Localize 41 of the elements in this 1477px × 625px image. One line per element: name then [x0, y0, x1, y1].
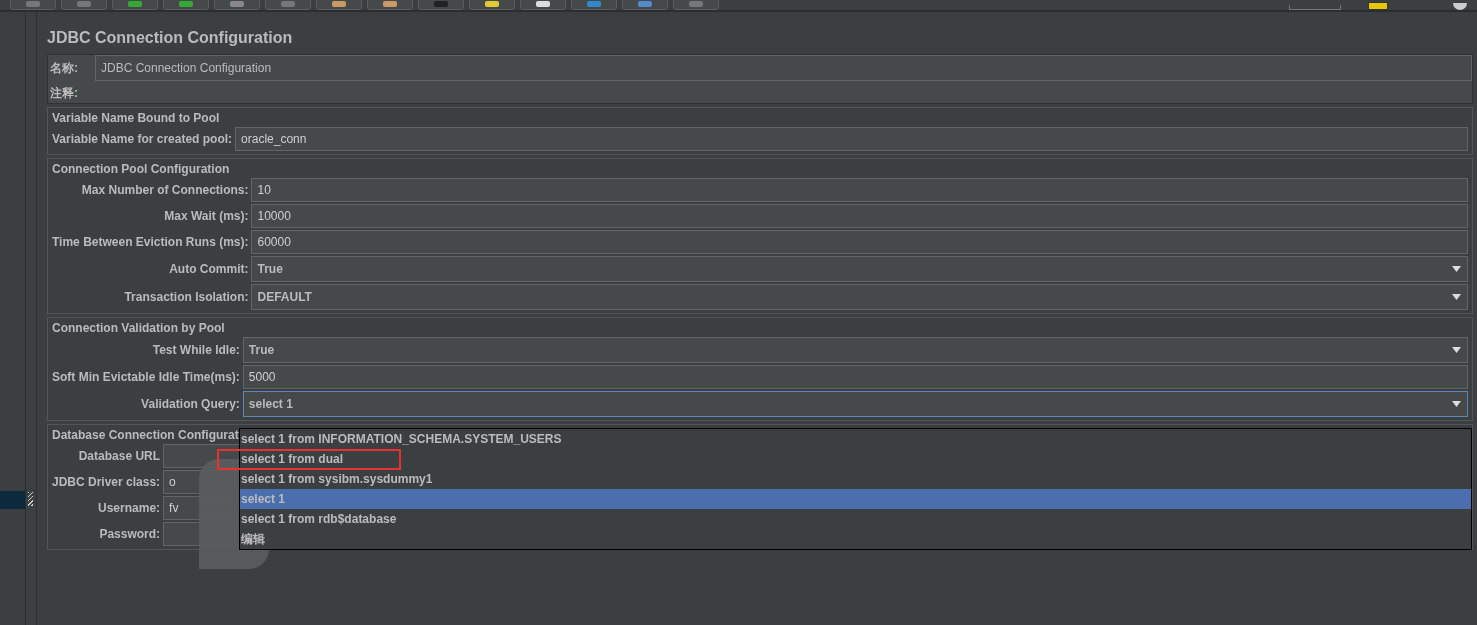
- field-label: JDBC Driver class:: [52, 475, 162, 489]
- dropdown-option[interactable]: select 1 from sysibm.sysdummy1: [240, 469, 1471, 489]
- dropdown-field[interactable]: select 1: [242, 391, 1468, 417]
- field-label: Username:: [97, 501, 162, 515]
- section-title: Connection Pool Configuration: [52, 161, 230, 176]
- dropdown-field[interactable]: True: [242, 337, 1468, 363]
- dropdown-arrow-icon: [1452, 347, 1461, 353]
- field-label: Variable Name for created pool:: [52, 132, 234, 146]
- section-title: Variable Name Bound to Pool: [52, 110, 220, 125]
- text-field[interactable]: oracle_conn: [235, 127, 1468, 151]
- field-label: 名称:: [49, 59, 79, 77]
- text-field[interactable]: 5000: [242, 365, 1468, 389]
- name-field[interactable]: JDBC Connection Configuration: [95, 55, 1472, 81]
- field-label: Soft Min Evictable Idle Time(ms):: [52, 370, 241, 384]
- dropdown-option[interactable]: 编辑: [240, 529, 1471, 549]
- dropdown-arrow-icon: [1452, 401, 1461, 407]
- field-label: Auto Commit:: [168, 262, 250, 276]
- section-title: Connection Validation by Pool: [52, 320, 225, 335]
- field-label: Validation Query:: [140, 397, 241, 411]
- dropdown-option[interactable]: select 1 from dual: [217, 449, 401, 470]
- text-field[interactable]: 10000: [251, 204, 1468, 228]
- text-field[interactable]: 60000: [251, 230, 1468, 254]
- field-label: Max Number of Connections:: [80, 183, 250, 197]
- dropdown-field[interactable]: DEFAULT: [251, 284, 1468, 310]
- field-label: Max Wait (ms):: [163, 209, 250, 223]
- toolbar-field[interactable]: [1289, 5, 1341, 10]
- dropdown-option[interactable]: select 1 from rdb$database: [240, 509, 1471, 529]
- dropdown-field[interactable]: True: [251, 256, 1468, 282]
- field-label: Time Between Eviction Runs (ms):: [52, 235, 250, 249]
- dropdown-arrow-icon: [1452, 266, 1461, 272]
- field-label: Transaction Isolation:: [123, 290, 250, 304]
- field-label: Test While Idle:: [151, 343, 241, 357]
- section-title: Database Connection Configurat: [52, 427, 239, 442]
- dropdown-arrow-icon: [1452, 294, 1461, 300]
- text-field[interactable]: 10: [251, 178, 1468, 202]
- splitter-grip[interactable]: [28, 492, 33, 506]
- field-label: Database URL: [77, 449, 162, 463]
- field-label: 注释:: [49, 84, 79, 102]
- dropdown-option[interactable]: select 1 from INFORMATION_SCHEMA.SYSTEM_USERS: [240, 429, 1471, 449]
- panel-title: JDBC Connection Configuration: [47, 28, 294, 48]
- field-label: Password:: [98, 527, 162, 541]
